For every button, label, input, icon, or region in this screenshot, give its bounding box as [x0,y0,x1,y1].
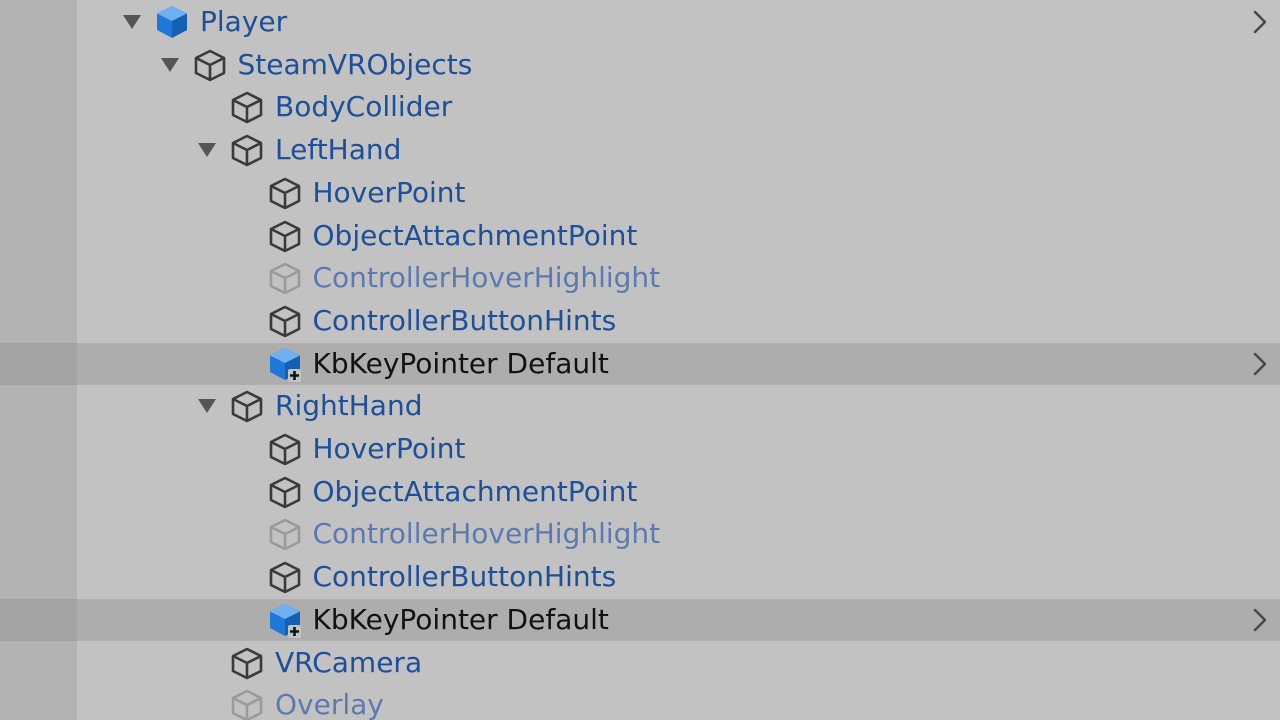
hierarchy-row[interactable]: Player [0,1,1280,43]
gameobject-icon [266,473,304,511]
row-label: Overlay [275,688,384,720]
foldout-expanded-icon[interactable] [119,9,145,35]
row-gutter-highlight [0,342,77,385]
row-label: SteamVRObjects [237,47,473,81]
hierarchy-row[interactable]: KbKeyPointer Default [0,598,1280,641]
hierarchy-row[interactable]: ObjectAttachmentPoint [0,215,1280,257]
row-label: HoverPoint [312,175,466,209]
gameobject-inactive-icon [266,515,304,553]
hierarchy-row[interactable]: HoverPoint [0,428,1280,470]
row-gutter-highlight [0,598,77,641]
row-label: ControllerHoverHighlight [312,261,661,295]
gameobject-inactive-icon [228,686,266,720]
hierarchy-row[interactable]: KbKeyPointer Default [0,342,1280,385]
gameobject-icon [191,46,229,84]
gameobject-icon [228,88,266,126]
row-label: KbKeyPointer Default [312,346,609,380]
row-label: ControllerButtonHints [312,303,617,337]
hierarchy-row[interactable]: ControllerButtonHints [0,300,1280,342]
row-label: HoverPoint [312,432,466,465]
hierarchy-row[interactable]: HoverPoint [0,172,1280,214]
row-label: ObjectAttachmentPoint [312,474,638,508]
row-label: VRCamera [275,645,423,679]
hierarchy-row[interactable]: SteamVRObjects [0,44,1280,86]
row-label: ObjectAttachmentPoint [312,218,638,252]
prefab-root-icon [153,3,191,41]
hierarchy-panel: Player SteamVRObjects BodyCollider LeftH… [0,0,1280,720]
added-prefab-icon [266,601,304,639]
hierarchy-row[interactable]: LeftHand [0,129,1280,171]
hierarchy-row[interactable]: ControllerHoverHighlight [0,513,1280,555]
row-label: LeftHand [275,133,402,167]
hierarchy-row[interactable]: VRCamera [0,642,1280,684]
open-prefab-chevron-icon[interactable] [1248,599,1272,641]
gameobject-icon [266,217,304,255]
foldout-expanded-icon[interactable] [157,52,183,78]
gameobject-icon [228,131,266,169]
hierarchy-row[interactable]: Overlay [0,684,1280,720]
foldout-expanded-icon[interactable] [194,137,220,163]
open-prefab-chevron-icon[interactable] [1248,343,1272,385]
open-prefab-chevron-icon[interactable] [1248,1,1272,43]
gameobject-icon [228,387,266,425]
row-label: Player [200,5,288,38]
row-label: BodyCollider [275,90,453,124]
hierarchy-row[interactable]: ObjectAttachmentPoint [0,471,1280,513]
gameobject-icon [266,302,304,340]
row-label: ControllerHoverHighlight [312,517,661,551]
gameobject-inactive-icon [266,259,304,297]
row-label: ControllerButtonHints [312,560,617,594]
gameobject-icon [266,174,304,212]
gameobject-icon [266,430,304,468]
hierarchy-row[interactable]: RightHand [0,385,1280,427]
hierarchy-row[interactable]: ControllerHoverHighlight [0,257,1280,299]
foldout-expanded-icon[interactable] [194,393,220,419]
row-label: KbKeyPointer Default [312,602,609,636]
gameobject-icon [228,644,266,682]
hierarchy-row[interactable]: BodyCollider [0,86,1280,128]
row-label: RightHand [275,389,423,423]
added-prefab-icon [266,345,304,383]
gameobject-icon [266,558,304,596]
hierarchy-row[interactable]: ControllerButtonHints [0,556,1280,598]
